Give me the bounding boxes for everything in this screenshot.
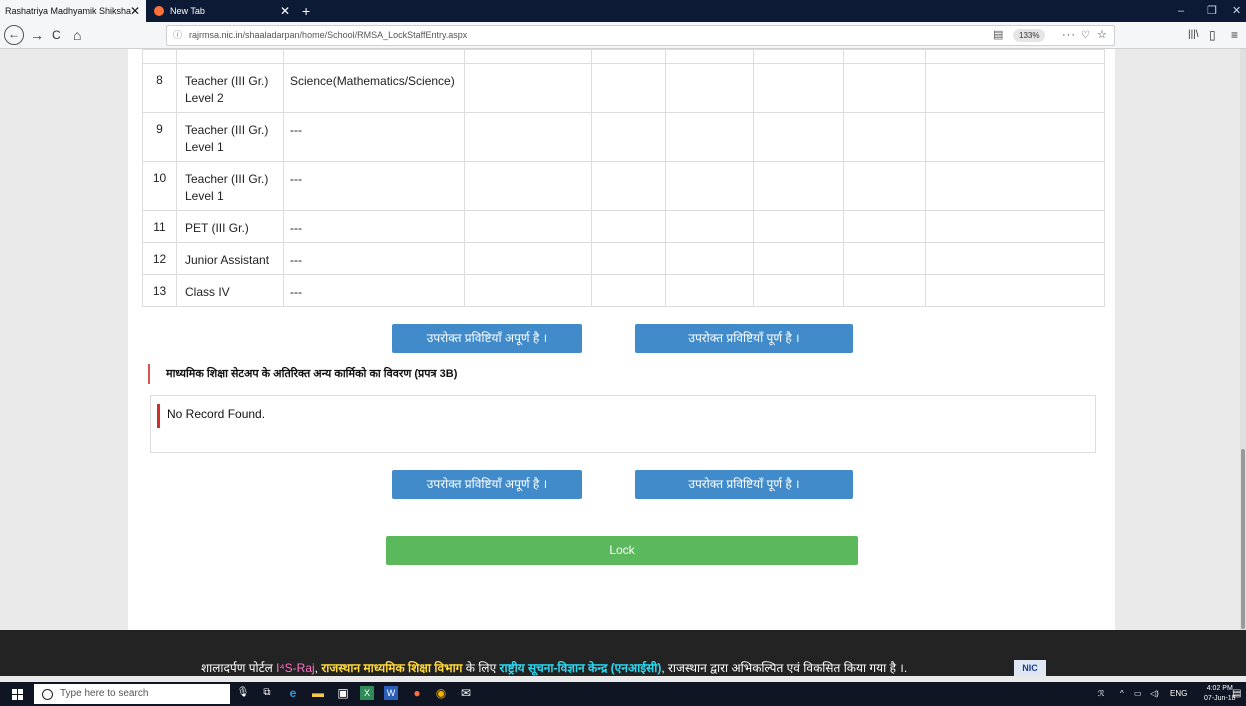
cortana-icon: [42, 689, 53, 700]
people-icon[interactable]: ℛ: [1098, 682, 1104, 706]
footer-nic-link[interactable]: राष्ट्रीय सूचना-विज्ञान केन्द्र (एनआईसी): [500, 661, 662, 675]
table-row: 13 Class IV ---: [142, 274, 1105, 307]
footer-text-1: शालादर्पण पोर्टल: [201, 661, 277, 675]
tab-rmsa[interactable]: Rashatriya Madhyamik Shiksha Abl ✕: [0, 0, 146, 38]
home-icon[interactable]: ⌂: [73, 25, 81, 45]
post-name: Teacher (III Gr.) Level 1: [185, 123, 269, 154]
taskbar-search-input[interactable]: Type here to search: [34, 684, 230, 704]
row-number: 10: [152, 171, 167, 185]
table-row: 12 Junior Assistant ---: [142, 242, 1105, 275]
notifications-icon[interactable]: ▤: [1232, 682, 1241, 706]
address-bar[interactable]: ⓘ rajrmsa.nic.in/shaaladarpan/home/Schoo…: [166, 25, 1115, 46]
search-placeholder: Type here to search: [60, 688, 149, 699]
volume-icon[interactable]: ◁): [1150, 682, 1159, 706]
reader-view-icon[interactable]: ▤: [993, 26, 1003, 45]
footer-text-4: , राजस्थान द्वारा अभिकल्पित एवं विकसित क…: [661, 661, 908, 675]
language-indicator[interactable]: ENG: [1170, 682, 1187, 706]
post-name: Teacher (III Gr.) Level 2: [185, 74, 269, 105]
subject: ---: [290, 123, 302, 137]
entries-complete-button[interactable]: उपरोक्त प्रविष्टियाँ पूर्ण है ।: [635, 324, 853, 353]
no-record-message: No Record Found.: [157, 404, 265, 428]
row-number: 12: [152, 252, 167, 266]
section-3b-records: No Record Found.: [150, 395, 1096, 453]
table-row: 9 Teacher (III Gr.) Level 1 ---: [142, 112, 1105, 162]
microphone-icon[interactable]: 🎙: [236, 686, 250, 700]
store-icon[interactable]: ▣: [336, 686, 350, 700]
library-icon[interactable]: |||\: [1188, 25, 1199, 45]
tab-title: New Tab: [170, 6, 205, 16]
back-icon[interactable]: ←: [4, 25, 24, 45]
nic-logo: NIC: [1014, 660, 1046, 676]
entries-incomplete-button[interactable]: उपरोक्त प्रविष्टियाँ अपूर्ण है ।: [392, 324, 582, 353]
table-row: 10 Teacher (III Gr.) Level 1 ---: [142, 161, 1105, 211]
clock-time: 4:02 PM: [1206, 685, 1233, 692]
lock-button[interactable]: Lock: [386, 536, 858, 565]
page-scrollbar[interactable]: [1240, 49, 1246, 630]
chrome-icon[interactable]: ◉: [434, 686, 448, 700]
page-viewport: 8 Teacher (III Gr.) Level 2 Science(Math…: [0, 49, 1246, 630]
file-explorer-icon[interactable]: ▬: [311, 686, 325, 700]
table-row: 8 Teacher (III Gr.) Level 2 Science(Math…: [142, 63, 1105, 113]
page-actions-icon[interactable]: ···: [1062, 26, 1076, 45]
close-tab-icon[interactable]: ✕: [280, 0, 290, 22]
url-text[interactable]: rajrmsa.nic.in/shaaladarpan/home/School/…: [189, 26, 467, 45]
scrollbar-thumb[interactable]: [1241, 449, 1245, 629]
clock-date: 07-Jun-18: [1204, 695, 1236, 702]
post-name: Teacher (III Gr.) Level 1: [185, 172, 269, 203]
task-view-icon[interactable]: ⧉: [260, 686, 274, 700]
pocket-icon[interactable]: ♡: [1081, 26, 1090, 45]
row-number: 11: [153, 220, 166, 234]
windows-taskbar: Type here to search 🎙 ⧉ e ▬ ▣ X W ● ◉ ✉ …: [0, 682, 1246, 706]
firefox-icon: [154, 6, 164, 16]
site-info-icon[interactable]: ⓘ: [173, 26, 182, 45]
row-number: 13: [152, 284, 167, 298]
firefox-taskbar-icon[interactable]: ●: [410, 686, 424, 700]
footer-dept-link[interactable]: राजस्थान माध्यमिक शिक्षा विभाग: [321, 661, 462, 675]
browser-tab-bar: Rashatriya Madhyamik Shiksha Abl ✕ New T…: [0, 0, 1246, 38]
subject: ---: [290, 253, 302, 267]
subject: ---: [290, 221, 302, 235]
maximize-icon[interactable]: ❐: [1207, 0, 1217, 22]
row-number: 9: [156, 122, 163, 136]
tray-chevron-icon[interactable]: ^: [1120, 682, 1124, 706]
subject: Science(Mathematics/Science): [290, 74, 455, 88]
windows-start-icon[interactable]: [12, 689, 23, 700]
staff-table: 8 Teacher (III Gr.) Level 2 Science(Math…: [142, 49, 1105, 307]
post-name: Class IV: [185, 285, 230, 299]
entries-complete-button-2[interactable]: उपरोक्त प्रविष्टियाँ पूर्ण है ।: [635, 470, 853, 499]
network-icon[interactable]: ▭: [1134, 682, 1142, 706]
footer-text-3: के लिए: [462, 661, 500, 675]
section-3b-heading: माध्यमिक शिक्षा सेटअप के अतिरिक्त अन्य क…: [148, 364, 457, 384]
post-name: Junior Assistant: [185, 253, 270, 267]
close-window-icon[interactable]: ✕: [1232, 0, 1241, 22]
row-number: 8: [156, 73, 163, 87]
entries-incomplete-button-2[interactable]: उपरोक्त प्रविष्टियाँ अपूर्ण है ।: [392, 470, 582, 499]
post-name: PET (III Gr.): [185, 221, 249, 235]
forward-icon[interactable]: →: [30, 25, 44, 45]
bookmark-star-icon[interactable]: ☆: [1097, 26, 1107, 45]
word-icon[interactable]: W: [384, 686, 398, 700]
site-footer: शालादर्पण पोर्टल I⁴S-Raj, राजस्थान माध्य…: [0, 630, 1246, 676]
tab-new-tab[interactable]: New Tab ✕: [148, 0, 296, 22]
zoom-level-badge[interactable]: 133%: [1013, 29, 1046, 42]
reload-icon[interactable]: C: [52, 25, 61, 45]
subject: ---: [290, 285, 302, 299]
mail-icon[interactable]: ✉: [459, 686, 473, 700]
navigation-bar: ← → C ⌂ ⓘ rajrmsa.nic.in/shaaladarpan/ho…: [0, 22, 1246, 49]
close-tab-icon[interactable]: ✕: [130, 0, 140, 22]
table-row: [142, 49, 1105, 64]
footer-brand: I⁴S-Raj: [276, 661, 315, 675]
minimize-icon[interactable]: –: [1178, 0, 1184, 22]
sidebar-icon[interactable]: ▯: [1209, 25, 1216, 45]
subject: ---: [290, 172, 302, 186]
clock[interactable]: 4:02 PM 07-Jun-18: [1204, 684, 1236, 704]
content-panel: 8 Teacher (III Gr.) Level 2 Science(Math…: [128, 49, 1115, 630]
edge-icon[interactable]: e: [286, 686, 300, 700]
table-row: 11 PET (III Gr.) ---: [142, 210, 1105, 243]
footer-credit: शालादर्पण पोर्टल I⁴S-Raj, राजस्थान माध्य…: [201, 661, 907, 675]
menu-icon[interactable]: ≡: [1231, 25, 1238, 45]
excel-icon[interactable]: X: [360, 686, 374, 700]
new-tab-button[interactable]: +: [302, 0, 310, 22]
